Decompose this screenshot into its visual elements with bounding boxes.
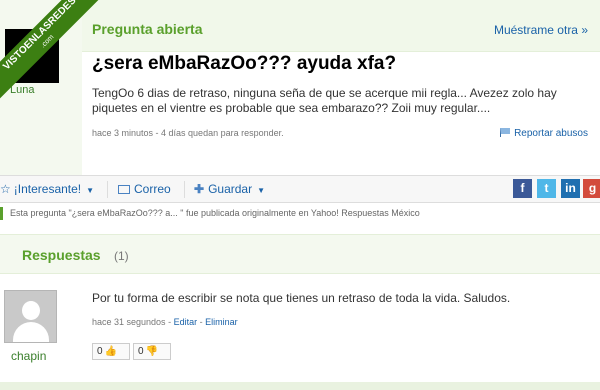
question-user-name[interactable]: Luna [10, 84, 34, 96]
answer-item: chapin Por tu forma de escribir se nota … [0, 275, 600, 382]
answers-count: (1) [114, 249, 129, 263]
answers-header: Respuestas (1) [0, 234, 600, 274]
user-silhouette-body [13, 322, 49, 342]
save-label: Guardar [208, 182, 253, 196]
save-button[interactable]: ✚ Guardar ▼ [194, 182, 265, 196]
question-status: Pregunta abierta [92, 21, 203, 37]
thumbs-down-icon: 👎 [145, 346, 159, 357]
star-icon: ☆ [0, 182, 11, 196]
delete-link[interactable]: Eliminar [205, 317, 238, 327]
question-body: TengOo 6 dias de retraso, ninguna seña d… [92, 86, 557, 115]
flag-icon [500, 128, 511, 137]
interesting-button[interactable]: ☆ ¡Interesante! ▼ [0, 182, 94, 196]
answer-text: Por tu forma de escribir se nota que tie… [92, 291, 511, 305]
chevron-down-icon: ▼ [257, 186, 266, 195]
facebook-icon[interactable]: f [513, 179, 532, 198]
down-vote-count: 0 [138, 346, 144, 357]
twitter-icon[interactable]: t [537, 179, 556, 198]
thumbs-down-button[interactable]: 0 👎 [133, 343, 171, 360]
answer-time: hace 31 segundos [92, 317, 166, 327]
footer-band [0, 382, 600, 390]
answer-user-name[interactable]: chapin [11, 349, 46, 363]
plus-icon: ✚ [194, 182, 205, 196]
google-icon[interactable]: g [583, 179, 600, 198]
chevron-down-icon: ▼ [86, 186, 95, 195]
action-bar: ☆ ¡Interesante! ▼ Correo ✚ Guardar ▼ f t in … [0, 175, 600, 203]
answers-title: Respuestas [22, 247, 101, 263]
user-silhouette-icon [22, 301, 40, 320]
mail-label: Correo [134, 182, 171, 196]
thumbs-up-icon: 👍 [104, 346, 118, 357]
origin-note: Esta pregunta "¿sera eMbaRazOo??? a... "… [0, 203, 600, 224]
answer-meta: hace 31 segundos - Editar - Eliminar [92, 317, 238, 327]
thumbs-up-button[interactable]: 0 👍 [92, 343, 130, 360]
question-block: Luna VISTOENLASREDES .com Pregunta abier… [0, 0, 600, 175]
linkedin-icon[interactable]: in [561, 179, 580, 198]
divider [184, 181, 185, 198]
up-vote-count: 0 [97, 346, 103, 357]
question-title: ¿sera eMbaRazOo??? ayuda xfa? [92, 53, 397, 74]
mail-button[interactable]: Correo [118, 182, 171, 196]
divider [107, 181, 108, 198]
mail-icon [118, 185, 130, 194]
report-abuse-link[interactable]: Reportar abusos [500, 128, 588, 139]
edit-link[interactable]: Editar [174, 317, 198, 327]
avatar[interactable] [4, 290, 57, 343]
report-abuse-label: Reportar abusos [514, 128, 588, 139]
question-meta: hace 3 minutos - 4 días quedan para resp… [92, 128, 284, 138]
show-other-link[interactable]: Muéstrame otra » [494, 23, 588, 37]
interesting-label: ¡Interesante! [13, 182, 82, 196]
